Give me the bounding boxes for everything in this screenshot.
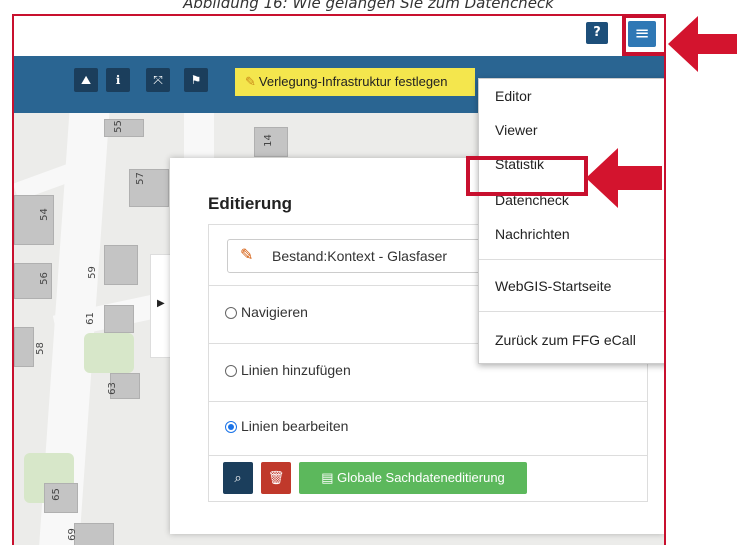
building <box>104 119 144 137</box>
building <box>104 245 138 285</box>
house-number: 58 <box>34 342 46 355</box>
question-circle-icon: ? <box>593 25 601 40</box>
task-badge[interactable]: ✎ Verlegung-Infrastruktur festlegen <box>235 68 475 96</box>
menu-item-zurueck-ecall[interactable]: Zurück zum FFG eCall <box>479 323 664 357</box>
tool-button-expand[interactable]: ⤧ <box>146 68 170 92</box>
arrow-to-datencheck-icon <box>586 148 662 208</box>
figure-caption: Abbildung 16: Wie gelangen Sie zum Daten… <box>183 0 554 12</box>
global-edit-button[interactable]: ▤ Globale Sachdateneditierung <box>299 462 527 494</box>
tool-button-flag[interactable]: ⚑ <box>184 68 208 92</box>
menu-item-editor[interactable]: Editor <box>479 79 664 113</box>
menu-divider <box>479 311 664 312</box>
green-area <box>84 333 134 373</box>
tool-button-map[interactable]: ⛰ <box>74 68 98 92</box>
option-label: Linien hinzufügen <box>241 362 351 378</box>
file-icon: ▤ <box>321 470 338 485</box>
info-icon: ℹ <box>115 73 121 87</box>
house-number: 57 <box>134 172 146 185</box>
expand-icon: ⤧ <box>153 73 163 87</box>
radio-navigieren[interactable] <box>225 307 237 319</box>
task-label: Verlegung-Infrastruktur festlegen <box>258 74 448 89</box>
sidebar-toggle[interactable]: ▶ <box>150 254 172 358</box>
map-marker-icon: ⛰ <box>80 73 92 87</box>
menu-divider <box>479 259 664 260</box>
layer-label: Bestand:Kontext - Glasfaser <box>272 248 448 264</box>
tool-button-info[interactable]: ℹ <box>106 68 130 92</box>
search-icon: ⌕ <box>234 470 242 485</box>
pencil-icon: ✎ <box>245 74 256 89</box>
menu-item-webgis-startseite[interactable]: WebGIS-Startseite <box>479 269 664 303</box>
house-number: 61 <box>84 312 96 325</box>
menu-item-viewer[interactable]: Viewer <box>479 113 664 147</box>
flag-icon: ⚑ <box>190 73 202 87</box>
menu-button-highlight <box>622 16 664 56</box>
menu-item-nachrichten[interactable]: Nachrichten <box>479 217 664 251</box>
house-number: 56 <box>38 272 50 285</box>
caret-right-icon: ▶ <box>157 298 165 309</box>
global-edit-label: Globale Sachdateneditierung <box>337 470 505 485</box>
house-number: 54 <box>38 208 50 221</box>
option-linien-bearbeiten[interactable]: Linien bearbeiten <box>208 400 648 456</box>
radio-linien-bearbeiten[interactable] <box>225 421 237 433</box>
search-button[interactable]: ⌕ <box>223 462 253 494</box>
building <box>14 327 34 367</box>
house-number: 69 <box>66 528 78 541</box>
top-bar: ? ≡ <box>14 16 664 56</box>
trash-icon: 🗑 <box>267 470 285 485</box>
house-number: 14 <box>262 134 274 147</box>
help-button[interactable]: ? <box>586 22 608 44</box>
house-number: 59 <box>86 266 98 279</box>
app-window: ? ≡ ⛰ ℹ ⤧ ⚑ ✎ Verlegung-Infrastruktur fes… <box>12 14 666 545</box>
delete-button[interactable]: 🗑 <box>261 462 291 494</box>
arrow-to-menu-icon <box>668 16 737 72</box>
house-number: 55 <box>112 120 124 133</box>
panel-title: Editierung <box>208 194 293 213</box>
option-label: Navigieren <box>241 304 308 320</box>
main-menu-dropdown: Editor Viewer Statistik Datencheck Nachr… <box>478 78 664 364</box>
option-label: Linien bearbeiten <box>241 418 349 434</box>
building <box>74 523 114 545</box>
radio-linien-hinzufuegen[interactable] <box>225 365 237 377</box>
pencil-icon: ✎ <box>240 247 254 264</box>
datencheck-highlight <box>466 156 588 196</box>
house-number: 65 <box>50 488 62 501</box>
building <box>104 305 134 333</box>
house-number: 63 <box>106 382 118 395</box>
action-bar: ⌕ 🗑 ▤ Globale Sachdateneditierung <box>208 454 648 502</box>
